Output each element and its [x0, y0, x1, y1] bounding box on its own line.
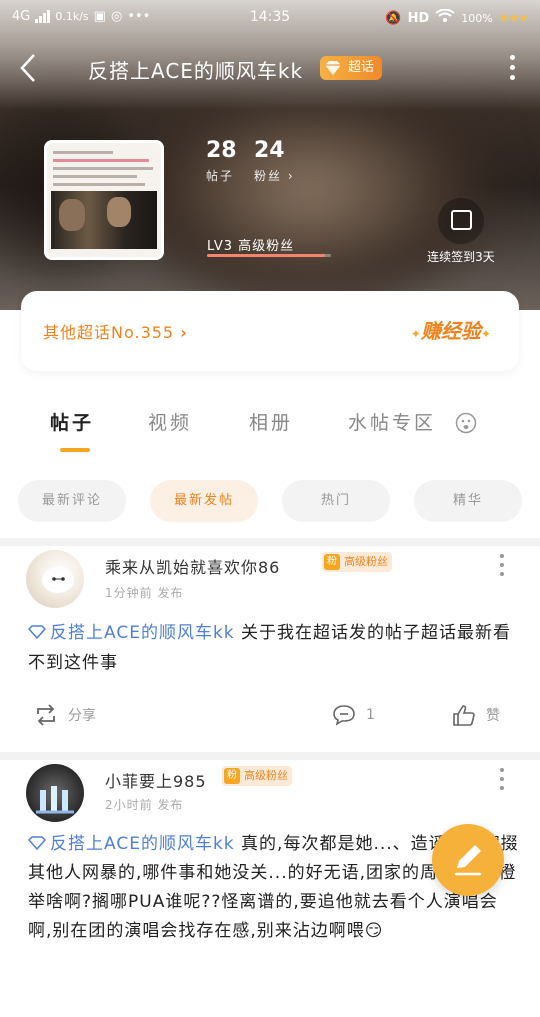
- super-topic-badge-label: 超话: [348, 60, 375, 75]
- back-button[interactable]: [18, 51, 38, 93]
- fan-level-badge: 粉高级粉丝: [222, 766, 292, 786]
- more-options-button[interactable]: [510, 55, 518, 80]
- super-topic-badge: 超话: [320, 56, 383, 80]
- thumbs-up-icon: [453, 705, 475, 726]
- like-label: 赞: [486, 708, 500, 724]
- share-button[interactable]: 分享: [34, 704, 96, 726]
- sparkle-icon: ✦: [410, 327, 421, 341]
- tab-albums[interactable]: 相册: [249, 408, 293, 435]
- post-actions: 分享 1 赞: [0, 704, 540, 734]
- status-stars-icon: ★★★: [498, 11, 529, 25]
- calendar-check-icon: [451, 210, 472, 230]
- battery-level: 100%: [461, 11, 493, 25]
- hd-indicator: HD: [407, 10, 430, 26]
- topic-rank: 其他超话No.355: [43, 323, 175, 342]
- username[interactable]: 乘来从凯始就喜欢你86: [105, 554, 280, 578]
- fan-level-badge: 粉高级粉丝: [322, 552, 392, 572]
- chevron-right-icon: ›: [287, 169, 295, 183]
- post-content[interactable]: 反搭上ACE的顺风车kk 关于我在超话发的帖子超话最新看不到这件事: [28, 618, 522, 678]
- earn-exp-label: 赚经验: [420, 319, 481, 343]
- earn-exp-button[interactable]: ✦赚经验✦: [411, 315, 491, 344]
- diamond-icon: [325, 61, 341, 75]
- like-button[interactable]: 赞: [452, 704, 500, 726]
- avatar[interactable]: [26, 550, 84, 608]
- fan-count-label: 粉丝: [254, 169, 283, 183]
- comment-icon: [333, 705, 355, 726]
- checkin-button[interactable]: 连续签到3天: [420, 198, 502, 265]
- sort-filter-bar: 最新评论 最新发帖 热门 精华: [0, 480, 540, 522]
- active-tab-indicator: [60, 448, 90, 452]
- fan-badge-icon: 粉: [224, 768, 240, 784]
- level-progress-bar: [207, 254, 331, 257]
- tab-posts[interactable]: 帖子: [50, 408, 94, 435]
- nav-bar: 反搭上ACE的顺风车kk 超话: [0, 45, 540, 95]
- avatar[interactable]: [26, 764, 84, 822]
- wifi-icon: [435, 8, 455, 27]
- share-label: 分享: [68, 708, 96, 724]
- tab-bar: 帖子 视频 相册 水帖专区: [0, 398, 540, 458]
- divider: [0, 752, 540, 760]
- topic-diamond-icon: [28, 836, 46, 850]
- post-count-stat[interactable]: 28 帖子: [206, 138, 237, 184]
- topic-diamond-icon: [28, 625, 46, 639]
- post-more-button[interactable]: [500, 554, 506, 576]
- topic-link[interactable]: 反搭上ACE的顺风车kk: [50, 623, 235, 643]
- tab-water-posts[interactable]: 水帖专区: [348, 408, 436, 435]
- topic-cover-image[interactable]: [44, 140, 164, 260]
- status-bar: 4G 0.1k/s ▣ ◎ ••• 14:35 🔕 HD 100% ★★★: [0, 0, 540, 36]
- compose-post-button[interactable]: [432, 824, 504, 896]
- mute-icon: 🔕: [385, 10, 402, 26]
- fan-level: LV3 高级粉丝: [207, 239, 295, 254]
- post-count-label: 帖子: [206, 169, 235, 183]
- chevron-left-icon: [20, 54, 35, 82]
- post-time: 2小时前 发布: [105, 798, 184, 812]
- topic-title: 反搭上ACE的顺风车kk: [88, 59, 304, 83]
- tab-water-emoji-icon: [455, 412, 477, 438]
- checkin-icon-circle: [438, 198, 484, 244]
- tab-videos[interactable]: 视频: [148, 408, 192, 435]
- avatar-image: [42, 567, 74, 593]
- pencil-icon: [454, 845, 482, 876]
- post-time: 1分钟前 发布: [105, 586, 184, 600]
- repost-icon: [37, 704, 55, 726]
- filter-latest-posts[interactable]: 最新发帖: [150, 480, 258, 522]
- fan-badge-label: 高级粉丝: [344, 555, 388, 568]
- username[interactable]: 小菲要上985: [105, 768, 207, 792]
- post-count: 28: [206, 138, 237, 163]
- checkin-label: 连续签到3天: [427, 250, 495, 264]
- chevron-right-icon: ›: [180, 323, 188, 342]
- sparkle-icon: ✦: [480, 327, 491, 341]
- comment-count: 1: [366, 707, 375, 723]
- filter-featured[interactable]: 精华: [414, 480, 522, 522]
- filter-latest-comments[interactable]: 最新评论: [18, 480, 126, 522]
- post-more-button[interactable]: [500, 768, 506, 790]
- post-item[interactable]: 乘来从凯始就喜欢你86 粉高级粉丝 1分钟前 发布 反搭上ACE的顺风车kk 关…: [0, 546, 540, 756]
- fan-count-stat[interactable]: 24 粉丝 ›: [254, 138, 295, 184]
- divider: [0, 538, 540, 546]
- topic-link[interactable]: 反搭上ACE的顺风车kk: [50, 834, 235, 854]
- fan-count: 24: [254, 138, 285, 163]
- topic-rank-link[interactable]: 其他超话No.355 ›: [43, 319, 188, 343]
- rank-card: 其他超话No.355 › ✦赚经验✦: [21, 291, 519, 371]
- cover-poster: [51, 191, 157, 249]
- avatar-image: [36, 786, 74, 814]
- fan-badge-icon: 粉: [324, 554, 340, 570]
- filter-hot[interactable]: 热门: [282, 480, 390, 522]
- level-progress-fill: [207, 254, 325, 257]
- cover-document: [47, 143, 161, 257]
- fan-badge-label: 高级粉丝: [244, 769, 288, 782]
- comment-button[interactable]: 1: [332, 704, 375, 726]
